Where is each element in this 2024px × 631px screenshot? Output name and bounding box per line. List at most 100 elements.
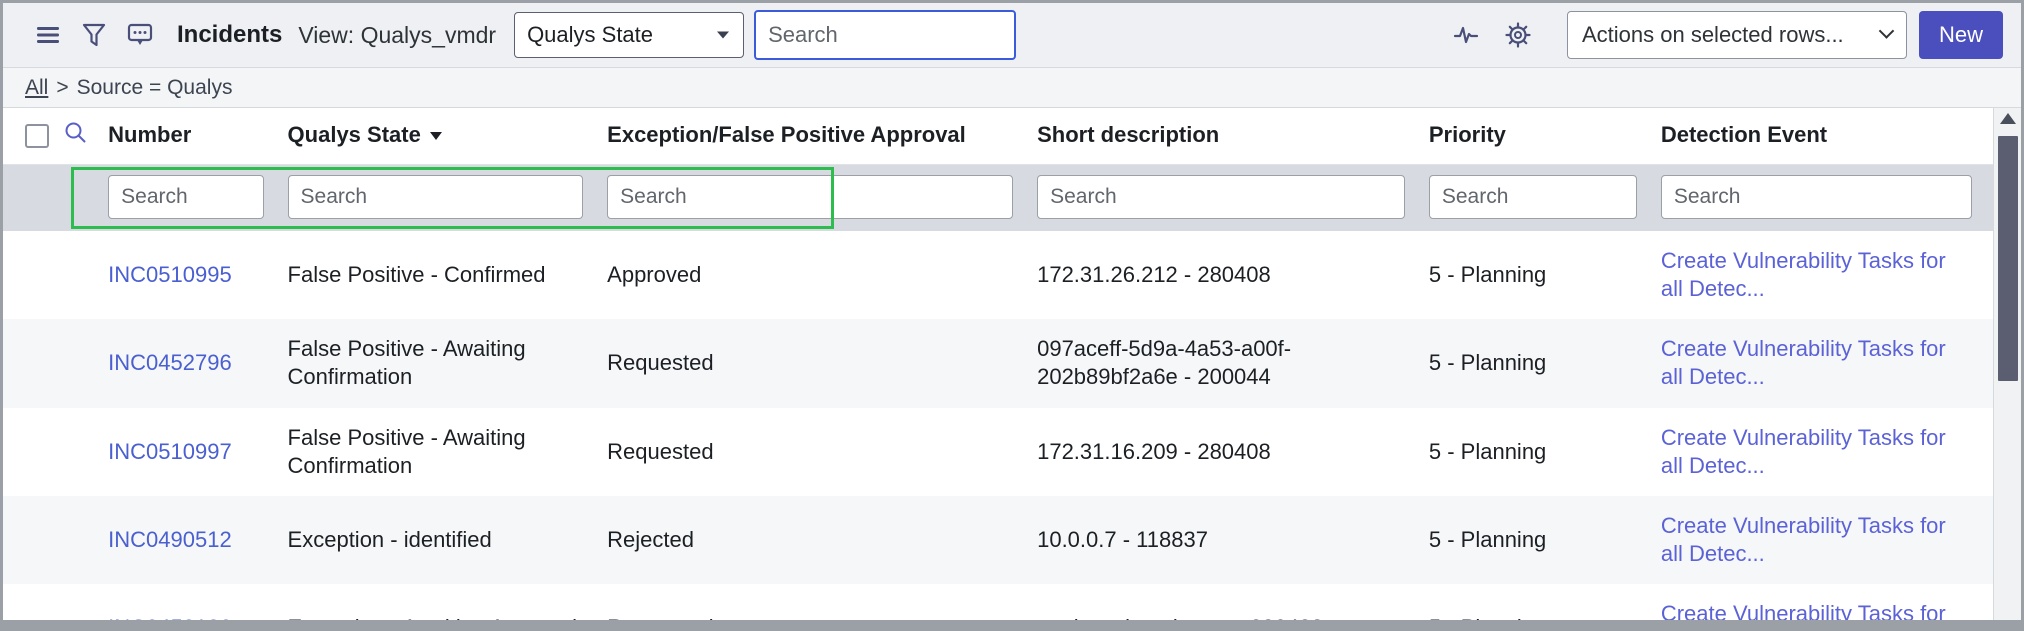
filter-cell-exception-approval: Search xyxy=(607,165,1037,232)
incident-table-container: Number Qualys State Exception/False Posi… xyxy=(3,108,2021,628)
incident-number-link[interactable]: INC0510997 xyxy=(108,439,232,464)
cell-short-description: 172.31.16.209 - 280408 xyxy=(1037,408,1429,496)
column-header-number[interactable]: Number xyxy=(108,108,287,165)
cell-priority: 5 - Planning xyxy=(1429,319,1661,407)
filter-column-select[interactable]: Qualys State xyxy=(514,12,744,58)
select-all-checkbox[interactable] xyxy=(25,124,49,148)
cell-short-description: 172.31.26.212 - 280408 xyxy=(1037,231,1429,319)
select-all-header xyxy=(3,108,63,165)
filter-cell-detection-event: Search xyxy=(1661,165,1996,232)
row-preview-cell[interactable] xyxy=(63,408,108,496)
analytics-spark-icon[interactable] xyxy=(1443,13,1489,57)
row-checkbox-cell[interactable] xyxy=(3,319,63,407)
column-header-short-description[interactable]: Short description xyxy=(1037,108,1429,165)
column-header-priority[interactable]: Priority xyxy=(1429,108,1661,165)
incident-table: Number Qualys State Exception/False Posi… xyxy=(3,108,1996,628)
cell-priority: 5 - Planning xyxy=(1429,408,1661,496)
cell-priority: 5 - Planning xyxy=(1429,231,1661,319)
cell-priority: 5 - Planning xyxy=(1429,496,1661,584)
detection-event-link[interactable]: Create Vulnerability Tasks for all Detec… xyxy=(1661,424,1961,480)
table-row[interactable]: INC0510995 False Positive - Confirmed Ap… xyxy=(3,231,1996,319)
filter-search-detection-event[interactable]: Search xyxy=(1661,175,1972,219)
funnel-filter-icon[interactable] xyxy=(71,13,117,57)
cell-number: INC0510997 xyxy=(108,408,287,496)
cell-exception-approval: Requested xyxy=(607,319,1037,407)
column-header-exception-approval[interactable]: Exception/False Positive Approval xyxy=(607,108,1037,165)
table-row[interactable]: INC0490512 Exception - identified Reject… xyxy=(3,496,1996,584)
cell-exception-approval: Approved xyxy=(607,231,1037,319)
column-header-number-label: Number xyxy=(108,122,191,147)
filter-search-qualys-state[interactable]: Search xyxy=(288,175,584,219)
detection-event-link[interactable]: Create Vulnerability Tasks for all Detec… xyxy=(1661,247,1961,303)
incident-number-link[interactable]: INC0510995 xyxy=(108,262,232,287)
filter-cell-short-description: Search xyxy=(1037,165,1429,232)
breadcrumb-condition[interactable]: Source = Qualys xyxy=(77,76,233,100)
chevron-down-icon xyxy=(1879,23,1895,39)
scrollbar-thumb[interactable] xyxy=(1998,136,2018,381)
row-preview-cell[interactable] xyxy=(63,496,108,584)
filter-search-priority-placeholder: Search xyxy=(1442,185,1509,209)
header-row: Number Qualys State Exception/False Posi… xyxy=(3,108,1996,165)
breadcrumb-separator: > xyxy=(56,76,68,100)
filter-column-select-value: Qualys State xyxy=(527,22,653,48)
triangle-up-icon[interactable] xyxy=(2000,113,2016,124)
table-row[interactable]: INC0452796 False Positive - Awaiting Con… xyxy=(3,319,1996,407)
incident-number-link[interactable]: INC0490512 xyxy=(108,527,232,552)
table-body: INC0510995 False Positive - Confirmed Ap… xyxy=(3,231,1996,628)
filter-cell-empty-check xyxy=(3,165,63,232)
filter-search-number[interactable]: Search xyxy=(108,175,263,219)
cell-exception-approval: Requested xyxy=(607,408,1037,496)
actions-on-selected-rows-select[interactable]: Actions on selected rows... xyxy=(1567,11,1907,59)
cell-number: INC0452796 xyxy=(108,319,287,407)
table-header: Number Qualys State Exception/False Posi… xyxy=(3,108,1996,231)
column-header-detection-event[interactable]: Detection Event xyxy=(1661,108,1996,165)
detection-event-link[interactable]: Create Vulnerability Tasks for all Detec… xyxy=(1661,335,1961,391)
filter-cell-qualys-state: Search xyxy=(288,165,608,232)
column-header-qualys-state[interactable]: Qualys State xyxy=(288,108,608,165)
cell-detection-event: Create Vulnerability Tasks for all Detec… xyxy=(1661,408,1996,496)
filter-search-detection-event-placeholder: Search xyxy=(1674,185,1741,209)
row-preview-cell[interactable] xyxy=(63,319,108,407)
cell-qualys-state: Exception - identified xyxy=(288,496,608,584)
filter-search-number-placeholder: Search xyxy=(121,185,188,209)
hamburger-menu-icon[interactable] xyxy=(25,13,71,57)
incident-number-link[interactable]: INC0452796 xyxy=(108,350,232,375)
row-preview-cell[interactable] xyxy=(63,231,108,319)
detection-event-link[interactable]: Create Vulnerability Tasks for all Detec… xyxy=(1661,512,1961,568)
filter-search-short-description-placeholder: Search xyxy=(1050,185,1117,209)
column-header-detection-event-label: Detection Event xyxy=(1661,122,1827,147)
breadcrumb: All > Source = Qualys xyxy=(3,68,2021,108)
filter-search-qualys-state-placeholder: Search xyxy=(301,185,368,209)
row-checkbox-cell[interactable] xyxy=(3,231,63,319)
vertical-scrollbar[interactable] xyxy=(1993,108,2021,628)
cell-qualys-state: False Positive - Confirmed xyxy=(288,231,608,319)
breadcrumb-all-link[interactable]: All xyxy=(25,76,48,100)
magnifier-icon[interactable] xyxy=(63,120,87,150)
filter-cell-priority: Search xyxy=(1429,165,1661,232)
sort-descending-icon xyxy=(430,132,442,140)
search-input-placeholder: Search xyxy=(768,22,838,48)
cell-detection-event: Create Vulnerability Tasks for all Detec… xyxy=(1661,496,1996,584)
cell-detection-event: Create Vulnerability Tasks for all Detec… xyxy=(1661,231,1996,319)
filter-cell-empty-mag xyxy=(63,165,108,232)
speech-bubble-icon[interactable] xyxy=(117,13,163,57)
cell-short-description: 097aceff-5d9a-4a53-a00f-202b89bf2a6e - 2… xyxy=(1037,319,1429,407)
cell-short-description: 10.0.0.7 - 118837 xyxy=(1037,496,1429,584)
new-button[interactable]: New xyxy=(1919,11,2003,59)
filter-search-exception-approval-placeholder: Search xyxy=(620,185,687,209)
table-row[interactable]: INC0510997 False Positive - Awaiting Con… xyxy=(3,408,1996,496)
row-checkbox-cell[interactable] xyxy=(3,496,63,584)
filter-search-exception-approval[interactable]: Search xyxy=(607,175,1013,219)
filter-search-priority[interactable]: Search xyxy=(1429,175,1637,219)
row-checkbox-cell[interactable] xyxy=(3,408,63,496)
column-header-qualys-state-label: Qualys State xyxy=(288,122,421,147)
search-input[interactable]: Search xyxy=(754,10,1016,60)
gear-settings-icon[interactable] xyxy=(1495,13,1541,57)
chevron-down-icon xyxy=(717,32,729,39)
cell-qualys-state: False Positive - Awaiting Confirmation xyxy=(288,319,608,407)
cell-qualys-state: False Positive - Awaiting Confirmation xyxy=(288,408,608,496)
cell-detection-event: Create Vulnerability Tasks for all Detec… xyxy=(1661,319,1996,407)
filter-search-short-description[interactable]: Search xyxy=(1037,175,1405,219)
cell-exception-approval: Rejected xyxy=(607,496,1037,584)
column-filter-row: Search Search Search xyxy=(3,165,1996,232)
